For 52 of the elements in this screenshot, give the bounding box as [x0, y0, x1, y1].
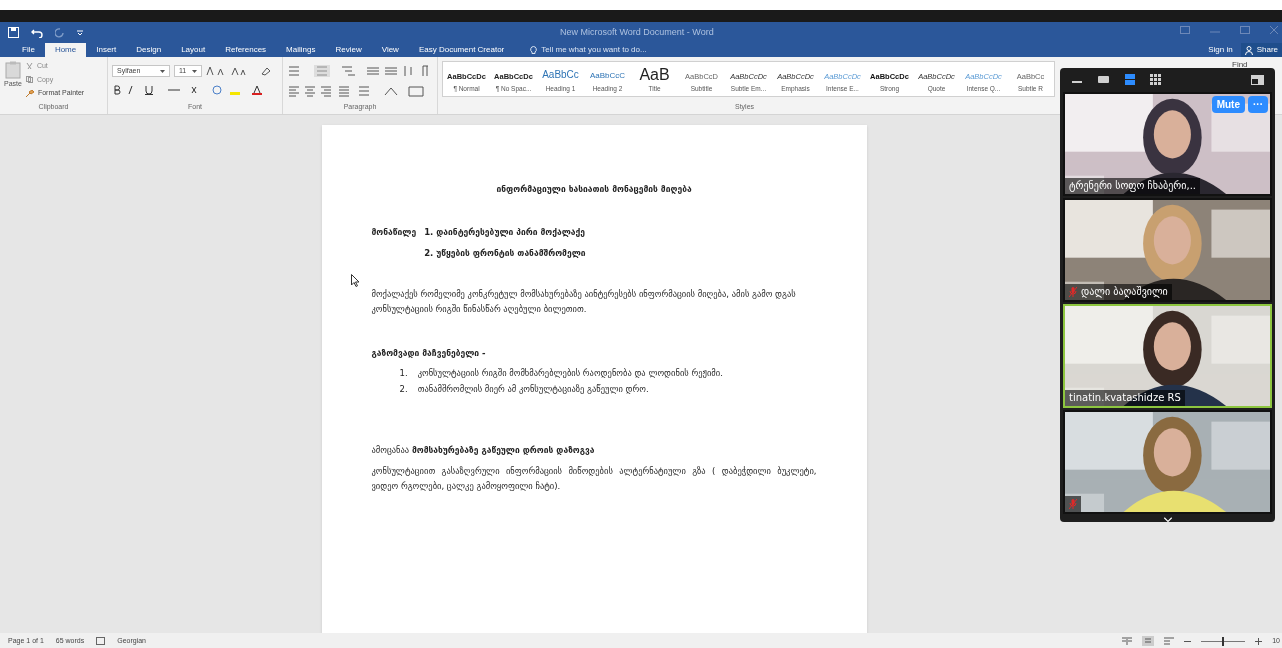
- ribbon-tab[interactable]: View: [371, 43, 409, 57]
- grid-view-icon[interactable]: [1149, 73, 1162, 86]
- task-line: ამოცანაა მომსახურებაზე გაწეული დროის დაზოგვა: [371, 443, 596, 457]
- list-item-text: კონსულტაციის რიგში მომხმარებლების რაოდენობა და ლოდინის რეჟიმი.: [417, 367, 723, 380]
- person-icon: [1244, 45, 1253, 55]
- ribbon-tab[interactable]: References: [215, 43, 277, 57]
- clipboard-icon: [4, 61, 21, 79]
- strip-view-icon[interactable]: [1123, 73, 1136, 86]
- ribbon-tab[interactable]: Easy Document Creator: [408, 43, 515, 57]
- participant-item: 2. უწყების ფრონტის თანამშრომელი: [424, 246, 586, 260]
- participants-label: მონაწილე: [371, 225, 417, 239]
- dropdown-icon: [192, 69, 197, 73]
- dropdown-icon: [160, 69, 165, 73]
- ribbon-tab[interactable]: Home: [44, 43, 87, 57]
- chevron-down-icon[interactable]: [1161, 516, 1174, 522]
- ribbon-tab[interactable]: Insert: [86, 43, 127, 57]
- participant-item: 1. დაინტერესებული პირი მოქალაქე: [424, 225, 586, 239]
- sign-in-link[interactable]: Sign in: [1200, 44, 1241, 56]
- list-number: 2.: [399, 382, 408, 396]
- tell-me-field[interactable]: Tell me what you want to do...: [541, 44, 647, 56]
- ribbon-tab[interactable]: Design: [126, 43, 172, 57]
- metric-heading: გაზომვადი მაჩვენებელი -: [371, 347, 487, 360]
- zoom-slider-thumb[interactable]: [1222, 636, 1225, 646]
- ribbon-tab[interactable]: Mailings: [276, 43, 326, 57]
- paragraph: მოქალაქეს რომელიმე კონკრეტულ მომსახურებაზე აინტერესებს ინფორმაციის მიღება, ამის გამო დგას კონსულტაციის რიგში წინასწარ აღებული ბილეთით.: [371, 288, 797, 317]
- ribbon-tab[interactable]: File: [12, 43, 45, 57]
- copy-icon: [25, 76, 33, 84]
- participant-name: დალი ბაღაშვილი: [1081, 285, 1168, 300]
- ribbon-tab[interactable]: Review: [325, 43, 372, 57]
- speaker-view-icon[interactable]: [1097, 73, 1110, 86]
- proofing-icon[interactable]: [96, 637, 106, 645]
- participant-name: ტრენერი სოფო ჩხაბერი,..: [1069, 179, 1197, 194]
- ribbon-tab[interactable]: Layout: [171, 43, 216, 57]
- zoom-in-icon[interactable]: [1255, 637, 1263, 645]
- find-button[interactable]: Find: [1232, 59, 1248, 71]
- lightbulb-icon: [530, 45, 538, 55]
- window-title: New Microsoft Word Document - Word: [560, 26, 714, 39]
- save-icon[interactable]: [8, 27, 19, 38]
- scissors-icon: [25, 62, 33, 70]
- share-button[interactable]: Share: [1240, 43, 1282, 57]
- undo-icon[interactable]: [31, 27, 43, 38]
- brush-icon: [25, 89, 34, 97]
- print-layout-icon[interactable]: [1142, 636, 1155, 646]
- customize-icon[interactable]: [77, 29, 83, 36]
- list-item-text: თანამშრომლის მიერ ამ კონსულტაციაზე გაწეული დრო.: [417, 382, 649, 396]
- redo-icon[interactable]: [55, 27, 65, 38]
- mouse-cursor-icon: [351, 274, 360, 287]
- participant-name: tinatin.kvatashidze RS: [1069, 391, 1181, 406]
- pop-out-icon[interactable]: [1251, 73, 1264, 86]
- list-number: 1.: [399, 367, 408, 380]
- document-heading: ინფორმაციული ხასიათის მონაცემის მიღება: [495, 183, 693, 196]
- paragraph: კონსულტაციით გასაზღვრული ინფორმაციის მიწოდების ალტერნატიული გზა ( დაბეჭდილი ბუკლეტი, ვიდეო რგოლები, ცალკე გამოყოფილი ჩატი).: [371, 465, 817, 494]
